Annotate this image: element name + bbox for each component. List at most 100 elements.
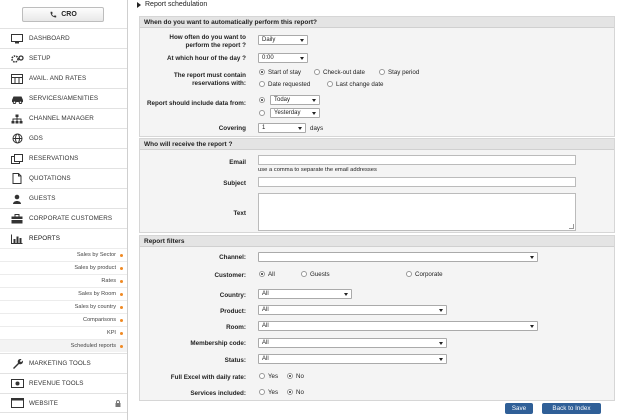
radio-label-stay-period: Stay period bbox=[388, 69, 420, 76]
bullet-dot-icon bbox=[120, 292, 123, 296]
today-select[interactable]: Today bbox=[270, 95, 320, 105]
sidebar-item-reservations[interactable]: RESERVATIONS bbox=[0, 148, 127, 168]
sidebar-item-channel-manager[interactable]: CHANNEL MANAGER bbox=[0, 108, 127, 128]
recipients-section-header: Who will receive the report ? bbox=[140, 139, 614, 150]
radio-date-requested[interactable] bbox=[259, 81, 265, 87]
sidebar-item-reports[interactable]: REPORTS bbox=[0, 228, 127, 248]
radio-services-yes[interactable] bbox=[259, 389, 265, 395]
breadcrumb: Report schedulation bbox=[137, 0, 207, 9]
sidebar-subitem-comparisons[interactable]: Comparisons bbox=[0, 313, 127, 326]
rates-grid-icon bbox=[10, 73, 24, 84]
sidebar-item-marketing-tools[interactable]: MARKETING TOOLS bbox=[0, 353, 127, 373]
covering-value: 1 bbox=[262, 125, 266, 131]
radio-today[interactable] bbox=[259, 97, 265, 103]
subitem-label: Sales by Sector bbox=[76, 252, 116, 258]
radio-excel-no[interactable] bbox=[287, 373, 293, 379]
resize-grip-icon[interactable] bbox=[569, 224, 574, 229]
sidebar-item-label: GUESTS bbox=[29, 195, 56, 202]
sidebar-item-website[interactable]: WEBSITE bbox=[0, 393, 127, 413]
sidebar-item-guests[interactable]: GUESTS bbox=[0, 188, 127, 208]
radio-customer-corporate[interactable] bbox=[406, 271, 412, 277]
excel-label: Full Excel with daily rate: bbox=[170, 374, 246, 381]
today-value: Today bbox=[274, 97, 291, 103]
radio-last-change-date[interactable] bbox=[327, 81, 333, 87]
lock-icon bbox=[115, 400, 121, 407]
sidebar-item-label: SETUP bbox=[29, 55, 51, 62]
email-field[interactable] bbox=[258, 155, 576, 165]
text-area[interactable] bbox=[258, 193, 576, 231]
sidebar-item-quotations[interactable]: QUOTATIONS bbox=[0, 168, 127, 188]
back-to-index-button[interactable]: Back to Index bbox=[542, 403, 601, 414]
sidebar-item-setup[interactable]: SETUP bbox=[0, 48, 127, 68]
sidebar-item-label: WEBSITE bbox=[29, 399, 59, 407]
sidebar-item-revenue-tools[interactable]: REVENUE TOOLS bbox=[0, 373, 127, 393]
sidebar-item-label: MARKETING TOOLS bbox=[29, 360, 91, 367]
radio-excel-yes[interactable] bbox=[259, 373, 265, 379]
channel-select[interactable] bbox=[258, 252, 538, 262]
radio-yesterday[interactable] bbox=[259, 110, 265, 116]
save-button[interactable]: Save bbox=[505, 403, 533, 414]
covering-label: Covering bbox=[218, 125, 246, 132]
product-select[interactable]: All bbox=[258, 305, 447, 315]
subitem-label: Sales by Room bbox=[78, 291, 116, 297]
customer-label: Customer: bbox=[214, 272, 247, 279]
globe-icon bbox=[10, 133, 24, 144]
radio-label-check-out-date: Check-out date bbox=[323, 69, 365, 76]
gears-icon bbox=[10, 54, 24, 64]
radio-customer-all[interactable] bbox=[259, 271, 265, 277]
radio-label-guests: Guests bbox=[310, 271, 330, 278]
membership-value: All bbox=[262, 340, 269, 346]
sidebar-item-gds[interactable]: GDS bbox=[0, 128, 127, 148]
radio-services-no[interactable] bbox=[287, 389, 293, 395]
membership-select[interactable]: All bbox=[258, 338, 447, 348]
chevron-down-icon bbox=[312, 112, 316, 115]
briefcase-icon bbox=[10, 213, 24, 224]
caret-right-icon bbox=[137, 1, 141, 8]
chevron-down-icon bbox=[530, 325, 534, 328]
reservation-icon bbox=[10, 153, 24, 164]
sidebar-item-services[interactable]: SERVICES/AMENITIES bbox=[0, 88, 127, 108]
sidebar-item-label: RESERVATIONS bbox=[29, 155, 79, 162]
hour-select[interactable]: 0:00 bbox=[258, 53, 308, 63]
subitem-label: KPI bbox=[106, 330, 116, 336]
sidebar-subitem-scheduled-reports[interactable]: Scheduled reports bbox=[0, 339, 127, 352]
phone-icon bbox=[50, 11, 57, 17]
sidebar-subitem-sales-by-product[interactable]: Sales by product bbox=[0, 261, 127, 274]
frequency-select[interactable]: Daily bbox=[258, 35, 308, 45]
radio-stay-period[interactable] bbox=[379, 69, 385, 75]
radio-customer-guests[interactable] bbox=[301, 271, 307, 277]
sidebar-subitem-rates[interactable]: Rates bbox=[0, 274, 127, 287]
radio-check-out-date[interactable] bbox=[314, 69, 320, 75]
radio-start-of-stay[interactable] bbox=[259, 69, 265, 75]
days-label: days bbox=[310, 125, 324, 132]
services-label: Services included: bbox=[190, 390, 246, 397]
hour-label: At which hour of the day ? bbox=[166, 55, 246, 62]
channel-label: Channel: bbox=[219, 254, 246, 261]
sidebar-item-corporate[interactable]: CORPORATE CUSTOMERS bbox=[0, 208, 127, 228]
chevron-down-icon bbox=[439, 342, 443, 345]
browser-icon bbox=[10, 398, 24, 408]
sidebar-subitem-sales-by-sector[interactable]: Sales by Sector bbox=[0, 248, 127, 261]
sidebar-subitem-sales-by-room[interactable]: Sales by Room bbox=[0, 287, 127, 300]
country-select[interactable]: All bbox=[258, 289, 352, 299]
text-label: Text bbox=[233, 210, 246, 217]
sidebar-item-label: DASHBOARD bbox=[29, 35, 70, 42]
cro-button[interactable]: CRO bbox=[22, 7, 104, 22]
wrench-icon bbox=[10, 359, 24, 369]
sidebar-subitem-sales-by-country[interactable]: Sales by country bbox=[0, 300, 127, 313]
sidebar-subitem-kpi[interactable]: KPI bbox=[0, 326, 127, 339]
sidebar-item-label: CORPORATE CUSTOMERS bbox=[29, 215, 113, 222]
status-select[interactable]: All bbox=[258, 354, 447, 364]
chevron-down-icon bbox=[298, 127, 302, 130]
radio-label-date-requested: Date requested bbox=[268, 81, 311, 88]
chevron-down-icon bbox=[344, 293, 348, 296]
covering-select[interactable]: 1 bbox=[258, 123, 306, 133]
yesterday-select[interactable]: Yesterday bbox=[270, 108, 320, 118]
subject-field[interactable] bbox=[258, 177, 576, 187]
room-select[interactable]: All bbox=[258, 321, 538, 331]
user-icon bbox=[10, 194, 24, 204]
chevron-down-icon bbox=[530, 256, 534, 259]
sidebar-item-dashboard[interactable]: DASHBOARD bbox=[0, 28, 127, 48]
sidebar-item-label: SERVICES/AMENITIES bbox=[29, 95, 99, 102]
sidebar-item-avail-rates[interactable]: AVAIL. AND RATES bbox=[0, 68, 127, 88]
